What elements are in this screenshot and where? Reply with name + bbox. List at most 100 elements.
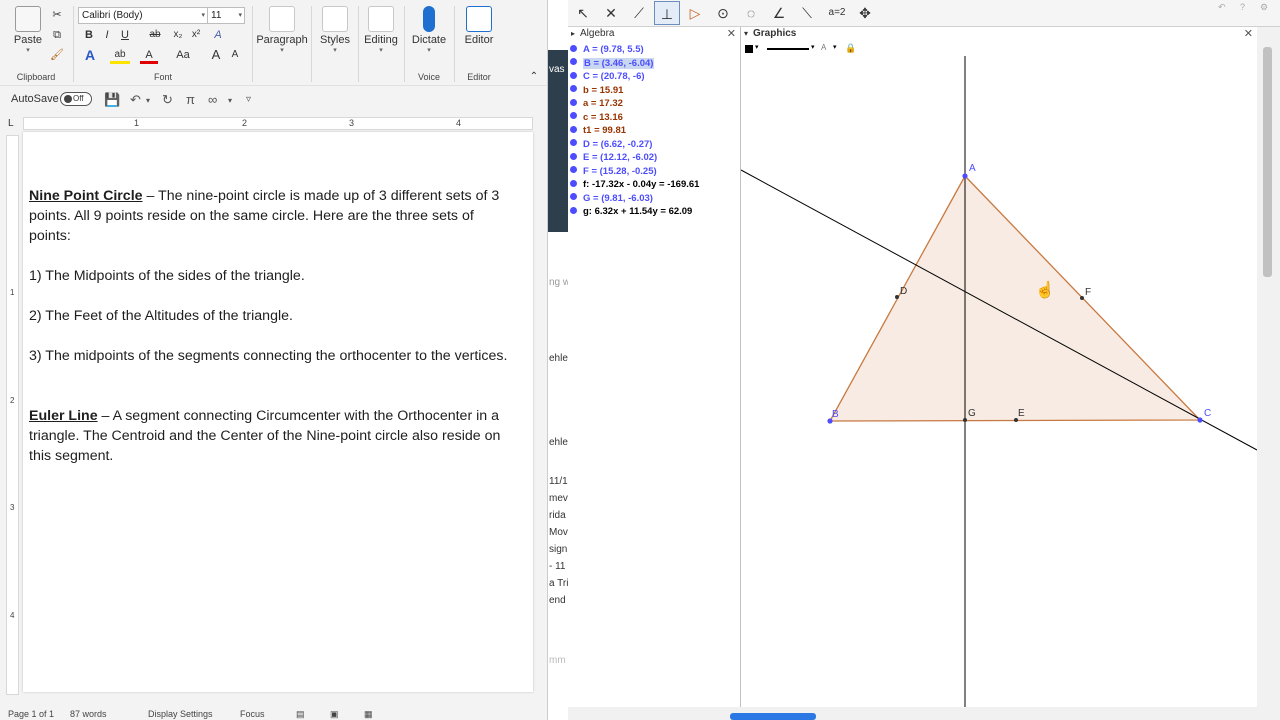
visibility-toggle-icon[interactable] [570, 71, 577, 79]
read-mode-icon[interactable]: ▤ [296, 709, 305, 720]
conic-tool-icon[interactable]: ◌ [738, 1, 764, 25]
settings-icon[interactable]: ⚙ [1260, 2, 1268, 13]
visibility-toggle-icon[interactable] [570, 98, 577, 106]
ink-icon[interactable]: ∞ [208, 92, 217, 107]
geogebra-vertical-scrollbar[interactable] [1257, 27, 1280, 720]
point-g[interactable] [963, 418, 967, 422]
collapse-ribbon-icon[interactable]: ⌃ [527, 68, 541, 86]
close-icon[interactable]: ✕ [727, 27, 736, 41]
algebra-item[interactable]: c = 13.16 [570, 111, 738, 124]
highlight-button[interactable]: ab [110, 46, 130, 64]
point-c[interactable] [1197, 417, 1203, 423]
chevron-down-icon[interactable]: ▾ [833, 43, 837, 51]
chevron-down-icon[interactable]: ▾ [228, 96, 232, 105]
format-painter-icon[interactable]: 🖌 [50, 46, 64, 64]
angle-tool-icon[interactable]: ∠ [766, 1, 792, 25]
save-icon[interactable]: 💾 [104, 92, 120, 108]
bold-button[interactable]: B [82, 26, 96, 44]
visibility-toggle-icon[interactable] [570, 112, 577, 120]
reflect-tool-icon[interactable]: ⟍ [794, 1, 820, 25]
intersect-tool-icon[interactable]: ✕ [598, 1, 624, 25]
change-case-button[interactable]: Aa [172, 46, 194, 64]
geogebra-horizontal-scrollbar[interactable] [568, 707, 1257, 720]
algebra-item[interactable]: g: 6.32x + 11.54y = 62.09 [570, 205, 738, 218]
circle-tool-icon[interactable]: ⊙ [710, 1, 736, 25]
algebra-item[interactable]: G = (9.81, -6.03) [570, 192, 738, 205]
visibility-toggle-icon[interactable] [570, 179, 577, 187]
chevron-right-icon[interactable]: ▸ [571, 27, 575, 41]
perpendicular-line-tool-icon[interactable]: ⊥ [654, 1, 680, 25]
chevron-down-icon[interactable]: ▾ [146, 96, 150, 105]
focus-button[interactable]: Focus [240, 709, 265, 719]
web-layout-icon[interactable]: ▦ [364, 709, 373, 720]
font-size-select[interactable]: 11 ▾ [207, 7, 245, 24]
redo-icon[interactable]: ↻ [162, 92, 173, 108]
autosave-toggle[interactable]: Off [60, 92, 92, 106]
visibility-toggle-icon[interactable] [570, 44, 577, 52]
copy-icon[interactable]: ⧉ [50, 26, 64, 44]
equation-icon[interactable]: π [186, 92, 195, 107]
chevron-down-icon[interactable]: ▾ [811, 43, 815, 51]
clear-formatting-button[interactable]: A [210, 26, 226, 44]
word-count[interactable]: 87 words [70, 709, 107, 719]
chevron-down-icon[interactable]: ▾ [744, 27, 748, 41]
scrollbar-thumb[interactable] [1263, 47, 1272, 277]
text-effects-button[interactable]: A [80, 46, 100, 64]
algebra-item[interactable]: A = (9.78, 5.5) [570, 43, 738, 56]
editor-button[interactable]: Editor [456, 4, 502, 62]
algebra-item[interactable]: t1 = 99.81 [570, 124, 738, 137]
slider-tool-icon[interactable]: a=2 [824, 1, 850, 25]
point-d[interactable] [895, 295, 899, 299]
visibility-toggle-icon[interactable] [570, 58, 577, 66]
strikethrough-button[interactable]: ab [146, 26, 164, 44]
close-icon[interactable]: ✕ [1244, 27, 1253, 41]
algebra-item[interactable]: F = (15.28, -0.25) [570, 165, 738, 178]
point-f[interactable] [1080, 296, 1084, 300]
move-graphics-tool-icon[interactable]: ✥ [852, 1, 878, 25]
display-settings-button[interactable]: Display Settings [148, 709, 213, 719]
algebra-item[interactable]: a = 17.32 [570, 97, 738, 110]
paste-button[interactable]: Paste ▾ [6, 4, 50, 62]
print-layout-icon[interactable]: ▣ [330, 709, 339, 720]
algebra-item[interactable]: f: -17.32x - 0.04y = -169.61 [570, 178, 738, 191]
paragraph-button[interactable]: Paragraph ▾ [256, 4, 308, 62]
document-body[interactable]: Nine Point Circle – The nine-point circl… [29, 186, 519, 486]
cut-icon[interactable]: ✂ [50, 6, 64, 24]
editing-button[interactable]: Editing ▾ [360, 4, 402, 62]
styles-button[interactable]: Styles ▾ [314, 4, 356, 62]
color-swatch-icon[interactable] [745, 45, 753, 53]
subscript-button[interactable]: x₂ [170, 26, 186, 44]
scrollbar-thumb[interactable] [730, 713, 816, 720]
document-page[interactable]: Nine Point Circle – The nine-point circl… [23, 132, 533, 692]
chevron-down-icon[interactable]: ▾ [755, 43, 759, 51]
visibility-toggle-icon[interactable] [570, 152, 577, 160]
word-vertical-scrollbar[interactable] [537, 116, 547, 706]
underline-button[interactable]: U [118, 26, 132, 44]
line-style-icon[interactable] [767, 48, 809, 50]
font-color-button[interactable]: A [140, 46, 158, 64]
dictate-button[interactable]: Dictate ▾ [406, 4, 452, 62]
move-tool-icon[interactable]: ↖ [570, 1, 596, 25]
superscript-button[interactable]: x² [188, 26, 204, 44]
graphics-canvas[interactable]: A B C D E F G ☝ [741, 56, 1257, 720]
visibility-toggle-icon[interactable] [570, 166, 577, 174]
algebra-item[interactable]: B = (3.46, -6.04) [570, 57, 738, 70]
undo-icon[interactable]: ↶ [130, 92, 141, 108]
help-icon[interactable]: ? [1240, 2, 1245, 12]
tab-selector-icon[interactable]: L [8, 118, 14, 129]
algebra-item[interactable]: E = (12.12, -6.02) [570, 151, 738, 164]
grow-font-button[interactable]: A [208, 46, 224, 64]
polygon-tool-icon[interactable]: ▷ [682, 1, 708, 25]
visibility-toggle-icon[interactable] [570, 125, 577, 133]
point-a[interactable] [962, 173, 968, 179]
customize-toolbar-icon[interactable]: ▿ [246, 94, 251, 105]
undo-icon[interactable]: ↶ [1218, 2, 1226, 13]
algebra-item[interactable]: C = (20.78, -6) [570, 70, 738, 83]
visibility-toggle-icon[interactable] [570, 85, 577, 93]
triangle-polygon[interactable] [828, 174, 1202, 422]
italic-button[interactable]: I [100, 26, 114, 44]
visibility-toggle-icon[interactable] [570, 139, 577, 147]
font-name-select[interactable]: Calibri (Body) ▾ [78, 7, 208, 24]
shrink-font-button[interactable]: A [228, 46, 242, 64]
label-style-icon[interactable]: A [821, 43, 826, 52]
